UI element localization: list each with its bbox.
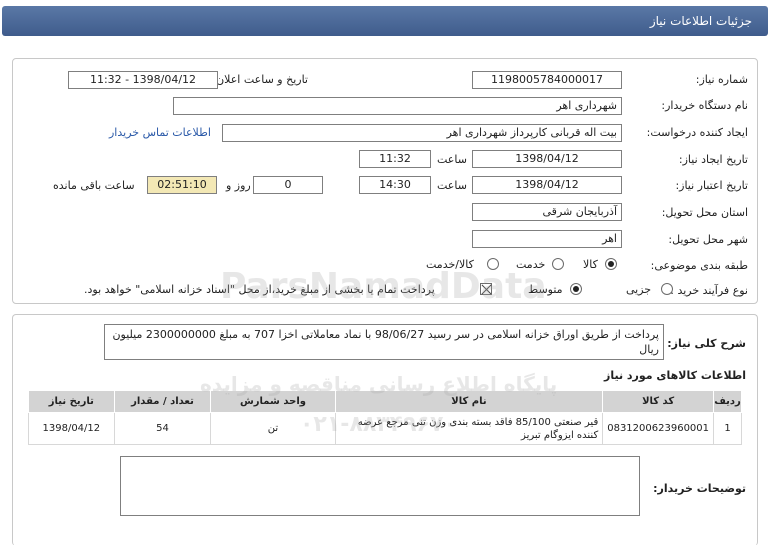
table-row[interactable]: 1 0831200623960001 قیر صنعتی 85/100 فاقد… — [28, 412, 742, 445]
province-label: استان محل تحویل: — [661, 206, 748, 219]
process-medium-radio[interactable] — [570, 283, 582, 295]
cell-row-number: 1 — [713, 412, 742, 445]
creator-label: ایجاد کننده درخواست: — [646, 126, 748, 139]
announce-date-field[interactable]: 1398/04/12 - 11:32 — [68, 71, 218, 89]
created-time-label: ساعت — [437, 153, 467, 166]
cell-date: 1398/04/12 — [28, 412, 115, 445]
valid-time-field[interactable]: 14:30 — [359, 176, 431, 194]
category-both-radio[interactable] — [487, 258, 499, 270]
process-label: نوع فرآیند خرید : — [670, 284, 748, 297]
category-label: طبقه بندی موضوعی: — [650, 259, 748, 272]
remaining-label: ساعت باقی مانده — [53, 179, 135, 192]
goods-header-row: ردیف کد کالا نام کالا واحد شمارش تعداد /… — [28, 390, 742, 413]
created-date-label: تاریخ ایجاد نیاز: — [678, 153, 748, 166]
category-service-radio[interactable] — [552, 258, 564, 270]
cell-unit: تن — [210, 412, 336, 445]
col-unit-header: واحد شمارش — [210, 390, 336, 413]
created-date-field[interactable]: 1398/04/12 — [472, 150, 622, 168]
col-code-header: کد کالا — [602, 390, 715, 413]
valid-date-label: تاریخ اعتبار نیاز: — [675, 179, 748, 192]
col-qty-header: تعداد / مقدار — [113, 390, 212, 413]
buyer-field[interactable]: شهرداری اهر — [173, 97, 622, 115]
category-goods-label: کالا — [583, 258, 598, 271]
need-number-field[interactable]: 1198005784000017 — [472, 71, 622, 89]
city-field[interactable]: اهر — [472, 230, 622, 248]
treasury-checkbox[interactable] — [480, 283, 492, 295]
buyer-notes-label: توضیحات خریدار: — [653, 482, 746, 495]
general-desc-label: شرح کلی نیاز: — [667, 337, 746, 350]
buyer-contact-link[interactable]: اطلاعات تماس خریدار — [109, 126, 211, 139]
buyer-label: نام دستگاه خریدار: — [661, 99, 748, 112]
city-label: شهر محل تحویل: — [668, 233, 748, 246]
process-minor-radio[interactable] — [661, 283, 673, 295]
category-goods-radio[interactable] — [605, 258, 617, 270]
cell-quantity: 54 — [113, 412, 212, 445]
payment-note: پرداخت تمام یا بخشی از مبلغ خرید،از محل … — [84, 283, 435, 296]
need-number-label: شماره نیاز: — [695, 73, 748, 86]
valid-time-label: ساعت — [437, 179, 467, 192]
col-name-header: نام کالا — [334, 390, 604, 413]
days-remaining-field[interactable]: 0 — [253, 176, 323, 194]
cell-name: قیر صنعتی 85/100 فاقد بسته بندی وزن تنی … — [334, 412, 604, 445]
category-both-label: کالا/خدمت — [426, 258, 474, 271]
cell-code: 0831200623960001 — [602, 412, 715, 445]
valid-date-field[interactable]: 1398/04/12 — [472, 176, 622, 194]
general-desc-text[interactable]: پرداخت از طریق اوراق خزانه اسلامی در سر … — [104, 324, 664, 360]
col-date-header: تاریخ نیاز — [28, 390, 115, 413]
province-field[interactable]: آذربایجان شرقی — [472, 203, 622, 221]
goods-table: ردیف کد کالا نام کالا واحد شمارش تعداد /… — [28, 390, 742, 445]
col-row-header: ردیف — [713, 390, 742, 413]
day-and-label: روز و — [226, 179, 251, 192]
process-medium-label: متوسط — [528, 283, 563, 296]
creator-field[interactable]: بیت اله قربانی کارپرداز شهرداری اهر — [222, 124, 622, 142]
category-service-label: خدمت — [516, 258, 546, 271]
process-minor-label: جزیی — [626, 283, 652, 296]
page-header: جزئیات اطلاعات نیاز — [2, 6, 768, 36]
remaining-time-field[interactable]: 02:51:10 — [147, 176, 217, 194]
created-time-field[interactable]: 11:32 — [359, 150, 431, 168]
goods-section-title: اطلاعات کالاهای مورد نیاز — [604, 369, 746, 382]
page-title: جزئیات اطلاعات نیاز — [649, 14, 752, 28]
buyer-notes-field[interactable] — [120, 456, 640, 516]
